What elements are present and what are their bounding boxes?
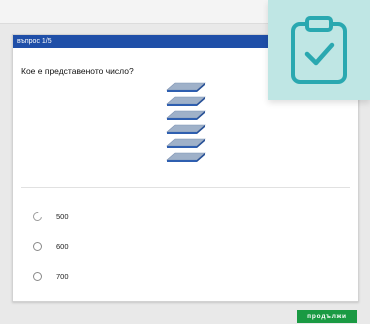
divider — [21, 187, 350, 188]
hundred-plate — [166, 82, 206, 92]
question-text: Кое е представеното число? — [21, 66, 134, 76]
option-500[interactable]: 500 — [31, 209, 153, 223]
hundreds-plates-stack — [166, 82, 206, 162]
option-label: 700 — [56, 271, 69, 281]
continue-button[interactable]: продължи — [297, 310, 357, 323]
hundred-plate — [166, 110, 206, 120]
radio-button[interactable] — [33, 271, 42, 281]
hundred-plate — [166, 124, 206, 134]
option-700[interactable]: 700 — [33, 269, 153, 283]
option-label: 500 — [56, 211, 69, 221]
option-label: 600 — [56, 241, 69, 251]
question-progress-label: въпрос 1/5 — [17, 38, 52, 45]
option-600[interactable]: 600 — [33, 239, 153, 253]
hundred-plate — [166, 138, 206, 148]
hundred-plate — [166, 96, 206, 106]
radio-button[interactable] — [33, 241, 42, 251]
radio-button[interactable] — [31, 209, 44, 223]
hundred-plate — [166, 152, 206, 162]
clipboard-badge — [268, 0, 370, 100]
clipboard-check-icon — [291, 16, 347, 84]
